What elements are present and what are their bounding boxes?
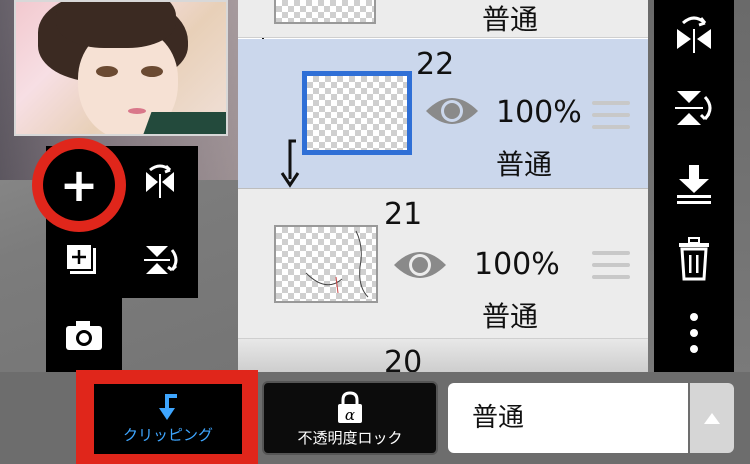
alpha-lock-button[interactable]: α 不透明度ロック [262, 381, 438, 455]
delete-layer-button[interactable] [670, 234, 718, 282]
flip-vertical-icon [675, 91, 712, 125]
flip-horizontal-button[interactable] [670, 12, 718, 60]
merge-down-icon [677, 165, 711, 204]
flip-horizontal-icon [146, 164, 174, 198]
lock-alpha-icon: α [338, 391, 362, 424]
duplicate-layer-icon [65, 243, 96, 274]
layer-thumbnail[interactable] [274, 0, 376, 24]
layer-thumbnail[interactable] [302, 71, 412, 155]
clipping-arrow-icon [280, 139, 300, 188]
layer-action-column [654, 0, 734, 372]
more-options-button[interactable] [670, 310, 718, 358]
thumbnail-eye-right [141, 66, 163, 77]
layer-row[interactable]: 20 [238, 339, 648, 372]
thumbnail-bangs [56, 2, 176, 48]
more-icon [690, 313, 698, 353]
blend-mode-select[interactable]: 普通 [448, 383, 688, 453]
add-layer-highlight: + [32, 138, 126, 232]
layer-thumbnail[interactable] [274, 225, 378, 303]
blend-mode-value: 普通 [472, 403, 525, 433]
layer-row[interactable]: 21 100% 普通 [238, 189, 648, 339]
visibility-eye-icon[interactable] [424, 91, 480, 131]
svg-text:α: α [345, 406, 355, 424]
layer-sketch-strokes [305, 230, 369, 298]
caret-up-icon [704, 413, 720, 424]
layer-number: 21 [384, 197, 423, 232]
layer-blend-mode: 普通 [482, 300, 539, 333]
drag-handle-icon[interactable] [592, 251, 630, 281]
flip-vertical-icon [144, 246, 178, 274]
flip-vertical-button[interactable] [136, 236, 184, 284]
layer-row[interactable]: 普通 [238, 0, 648, 38]
canvas-thumbnail[interactable] [14, 0, 228, 136]
blend-mode-dropdown-button[interactable] [690, 383, 734, 453]
drag-handle-icon[interactable] [592, 101, 630, 131]
add-layer-button[interactable]: + [43, 149, 115, 221]
clipping-label: クリッピング [122, 426, 213, 444]
camera-import-button[interactable] [60, 312, 108, 360]
layer-list[interactable]: 普通 22 100% 普通 21 100% 普通 20 [238, 0, 648, 372]
clipping-button[interactable]: クリッピング [94, 384, 242, 454]
flip-vertical-button[interactable] [670, 84, 718, 132]
thumbnail-eye-left [96, 66, 118, 77]
layer-number: 22 [416, 47, 455, 82]
visibility-eye-icon[interactable] [392, 245, 448, 285]
alpha-lock-label: 不透明度ロック [297, 429, 403, 447]
clipping-arrow-icon [159, 394, 177, 420]
duplicate-layer-button[interactable] [58, 236, 106, 284]
flip-horizontal-button[interactable] [136, 160, 184, 208]
camera-icon [66, 321, 102, 350]
layer-blend-mode: 普通 [482, 3, 539, 36]
layer-opacity: 100% [474, 247, 560, 282]
trash-icon [679, 237, 709, 281]
layer-opacity: 100% [496, 95, 582, 130]
layer-blend-mode: 普通 [496, 148, 553, 181]
layer-number: 20 [384, 345, 423, 372]
flip-horizontal-icon [677, 16, 711, 53]
plus-icon: + [59, 158, 99, 212]
layer-row-selected[interactable]: 22 100% 普通 [238, 39, 648, 189]
merge-down-button[interactable] [670, 160, 718, 208]
thumbnail-collar [140, 112, 226, 134]
thumbnail-lips [128, 108, 146, 114]
